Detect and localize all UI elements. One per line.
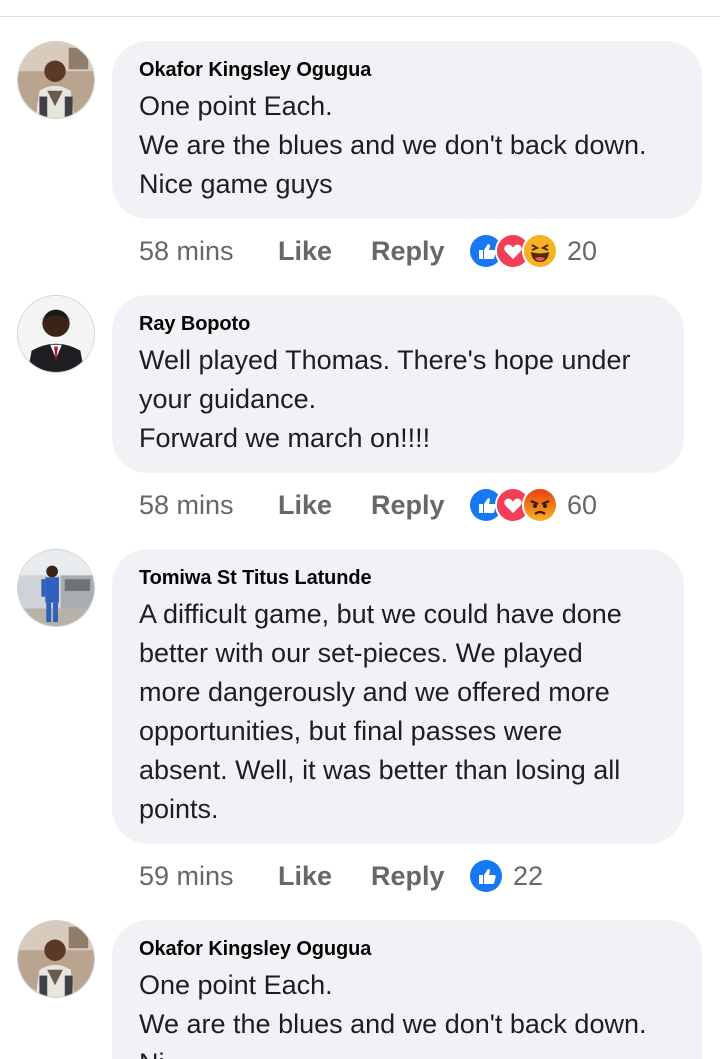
comment-bubble: Ray Bopoto Well played Thomas. There's h… [112,295,684,473]
comment-actions: 58 mins Like Reply 60 [139,485,597,525]
comment-line: Ni [139,1044,676,1059]
avatar-photo [18,921,94,997]
comment-line: opportunities, but final passes were [139,716,563,746]
comment-line: Forward we march on!!!! [139,423,431,453]
angry-reaction-icon [522,487,558,523]
comment-bubble: Okafor Kingsley Ogugua One point Each. W… [112,41,702,219]
reaction-count: 22 [513,860,544,891]
avatar-photo [18,550,94,626]
comment-line: better with our set-pieces. We played [139,638,583,668]
comment-line: more dangerously and we offered more [139,677,610,707]
comment-line: absent. Well, it was better than losing … [139,755,621,785]
comment-line: Nice game guys [139,169,333,199]
avatar[interactable] [17,920,95,998]
reply-button[interactable]: Reply [371,861,468,892]
comment-line: your guidance. [139,384,317,414]
comment-author[interactable]: Okafor Kingsley Ogugua [139,936,676,962]
reactions-summary[interactable]: 22 [468,858,544,894]
comment-timestamp[interactable]: 58 mins [139,490,278,521]
comment-line: Well played Thomas. There's hope under [139,345,631,375]
avatar[interactable] [17,295,95,373]
haha-reaction-icon [522,233,558,269]
avatar[interactable] [17,41,95,119]
comment-text: Well played Thomas. There's hope under y… [139,341,658,458]
comment-timestamp[interactable]: 58 mins [139,236,278,267]
reaction-count: 60 [567,489,598,520]
like-reaction-icon [468,858,504,894]
reactions-summary[interactable]: 60 [468,487,598,523]
avatar-photo [18,42,94,118]
avatar[interactable] [17,549,95,627]
comment-text: One point Each. We are the blues and we … [139,87,676,204]
reactions-summary[interactable]: 20 [468,233,598,269]
comment-text: One point Each. We are the blues and we … [139,966,676,1059]
comment-line: A difficult game, but we could have done [139,599,622,629]
like-button[interactable]: Like [278,236,371,267]
reply-button[interactable]: Reply [371,236,468,267]
comment-line: We are the blues and we don't back down. [139,130,647,160]
comment-line: One point Each. [139,91,333,121]
comment-line: points. [139,794,219,824]
comment-timestamp[interactable]: 59 mins [139,861,278,892]
avatar-photo [18,296,94,372]
comment-author[interactable]: Okafor Kingsley Ogugua [139,57,676,83]
comment-bubble: Tomiwa St Titus Latunde A difficult game… [112,549,684,844]
comment-text: A difficult game, but we could have done… [139,595,658,829]
comment-actions: 59 mins Like Reply 22 [139,856,543,896]
comment-bubble: Okafor Kingsley Ogugua One point Each. W… [112,920,702,1059]
reply-button[interactable]: Reply [371,490,468,521]
comment-author[interactable]: Tomiwa St Titus Latunde [139,565,658,591]
comment-line: We are the blues and we don't back down. [139,1009,647,1039]
comment-line: One point Each. [139,970,333,1000]
reaction-count: 20 [567,235,598,266]
comment-author[interactable]: Ray Bopoto [139,311,658,337]
comment-actions: 58 mins Like Reply 20 [139,231,597,271]
top-divider [0,16,720,17]
like-button[interactable]: Like [278,861,371,892]
like-button[interactable]: Like [278,490,371,521]
